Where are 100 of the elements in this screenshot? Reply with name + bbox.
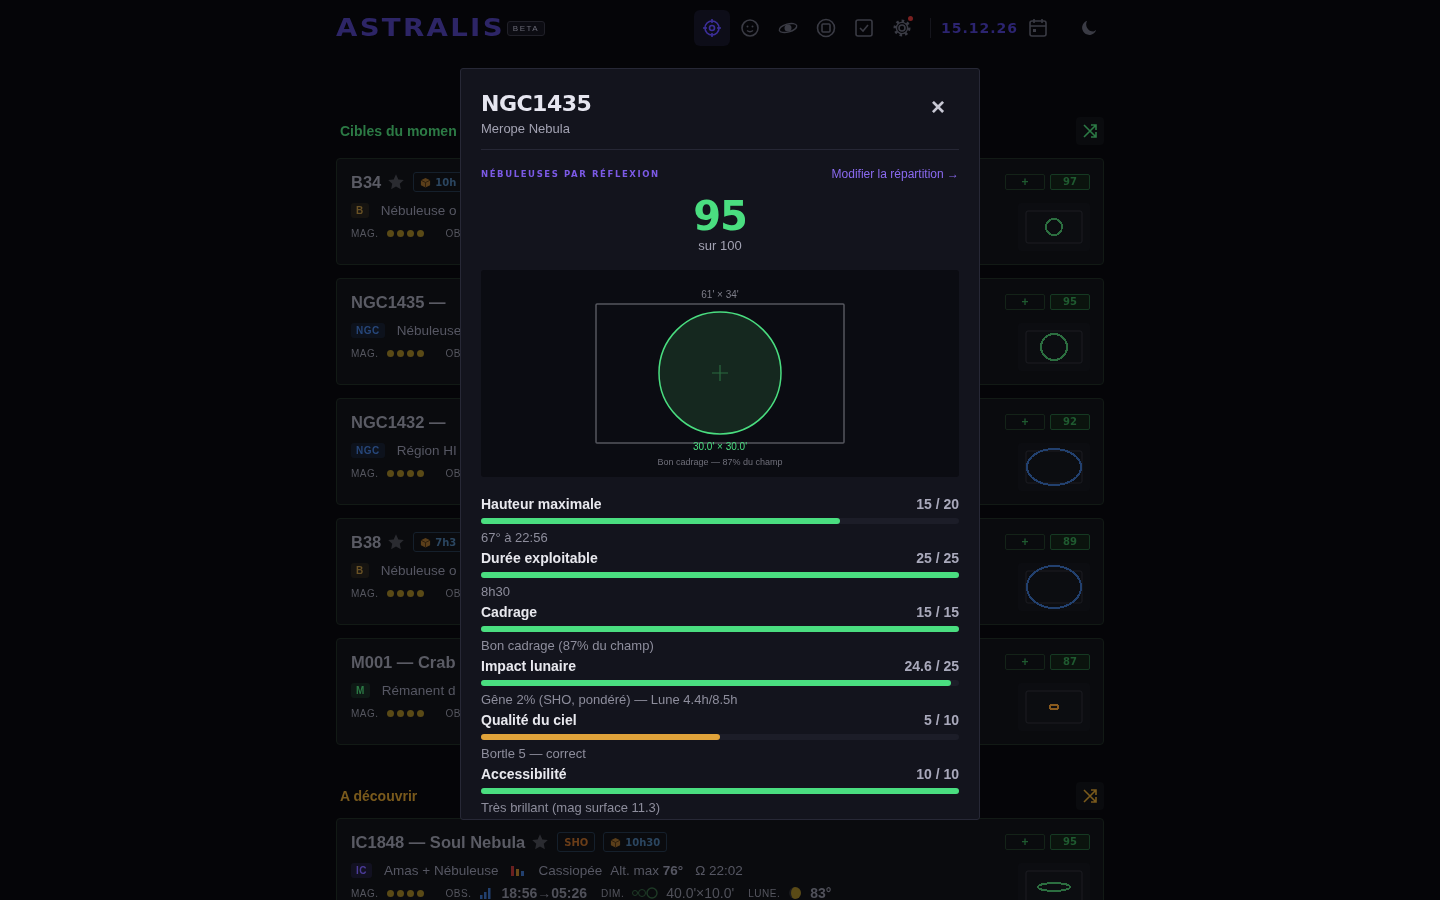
magnitude-label: MAG. (351, 587, 379, 599)
criterion-score: 24.6 / 25 (904, 657, 959, 675)
framing-verdict: Bon cadrage — 87% du champ (657, 456, 783, 467)
sensor-size: 61' × 34' (701, 288, 739, 301)
constellation: Cassiopée (538, 862, 603, 878)
add-button[interactable]: + (1005, 294, 1045, 310)
duration-text: 10h (435, 176, 457, 188)
target-button[interactable] (693, 10, 730, 46)
settings-icon (891, 18, 912, 38)
section-title: Cibles du momen (340, 123, 457, 139)
box-icon (420, 176, 432, 188)
total-score: 95 (693, 195, 747, 236)
catalog-tag: B (351, 562, 369, 578)
dimensions: 40.0'×10.0' (666, 885, 735, 900)
criterion-score: 10 / 10 (916, 765, 959, 783)
magnitude-label: MAG. (351, 887, 379, 899)
dimension-label: DIM. (601, 887, 625, 899)
catalog-tag: M (351, 682, 370, 698)
target-title: B38 (351, 532, 382, 552)
max-altitude: Alt. max 76° (610, 862, 684, 878)
checkbox-icon (853, 18, 874, 38)
observation-window: 18:56→05:26 (501, 885, 588, 900)
target-title: B34 (351, 172, 382, 192)
criterion-note: 67° à 22:56 (481, 530, 549, 546)
box-icon (610, 836, 622, 848)
filter-badge: SHO (557, 832, 596, 852)
object-type: Nébuleuse (396, 322, 462, 338)
add-button[interactable]: + (1005, 174, 1045, 190)
shuffle-button[interactable] (1076, 117, 1104, 145)
score-badge: 92 (1050, 414, 1090, 430)
shuffle-button[interactable] (1076, 782, 1104, 810)
criterion-label: Qualité du ciel (481, 711, 577, 729)
date-label: 15.12.26 (940, 20, 1018, 36)
target-title: M001 — Crab (351, 652, 456, 672)
object-type: Rémanent d (381, 682, 456, 698)
object-type: Amas + Nébuleuse (384, 862, 499, 878)
box-icon (420, 536, 432, 548)
shuffle-icon (1082, 788, 1098, 804)
observation-label: OBS. (445, 887, 472, 899)
add-button[interactable]: + (1005, 534, 1045, 550)
target-title: IC1848 — Soul Nebula (351, 832, 526, 852)
add-button[interactable]: + (1005, 414, 1045, 430)
criterion-note: Très brillant (mag surface 11.3) (481, 800, 662, 816)
observation-label: OB (445, 347, 461, 359)
duration-text: 10h30 (625, 836, 661, 848)
shuffle-icon (1082, 123, 1098, 139)
edit-link[interactable]: Modifier la répartition → (831, 166, 959, 181)
criterion-label: Impact lunaire (481, 657, 576, 675)
app-logo: ASTRALIS (336, 14, 505, 42)
criterion-label: Durée exploitable (481, 549, 598, 567)
observation-label: OB (445, 707, 461, 719)
close-button[interactable]: × (931, 97, 945, 117)
criterion-note: Bon cadrage (87% du champ) (481, 638, 655, 654)
observation-label: OB (445, 467, 461, 479)
score-badge: 89 (1050, 534, 1090, 550)
magnitude-label: MAG. (351, 467, 379, 479)
catalog-tag: NGC (351, 442, 385, 458)
duration-text: 7h3 (435, 536, 457, 548)
score-badge: 97 (1050, 174, 1090, 190)
catalog-tag: NGC (351, 322, 385, 338)
score-badge: 87 (1050, 654, 1090, 670)
moon-icon (1080, 19, 1098, 37)
criterion-label: Hauteur maximale (481, 495, 602, 513)
criterion-score: 5 / 10 (923, 711, 959, 729)
object-type: Nébuleuse o (380, 562, 457, 578)
score-badge: 95 (1050, 294, 1090, 310)
observation-label: OB (445, 587, 461, 599)
criterion-note: Gêne 2% (SHO, pondéré) — Lune 4.4h/8.5h (481, 692, 739, 708)
criterion-note: Bortle 5 — correct (481, 746, 587, 762)
catalog-tag: IC (351, 862, 372, 878)
criterion-label: Accessibilité (481, 765, 567, 783)
object-type: Nébuleuse o (380, 202, 457, 218)
crosshair-icon (711, 364, 729, 382)
section-title: A découvrir (340, 788, 418, 804)
add-button[interactable]: + (1005, 654, 1045, 670)
criterion-note: 8h30 (481, 584, 511, 600)
add-button[interactable]: + (1005, 834, 1045, 850)
target-title: NGC1432 — (351, 412, 446, 432)
target-icon (701, 18, 722, 38)
moon-label: LUNE. (748, 887, 781, 899)
criterion-score: 15 / 15 (916, 603, 959, 621)
object-type: Région HI (396, 442, 457, 458)
criterion-label: Cadrage (481, 603, 538, 621)
criterion-score: 15 / 20 (916, 495, 959, 513)
bar-chart-icon (510, 864, 527, 876)
moon-altitude: 83° (810, 885, 832, 900)
criterion-score: 25 / 25 (916, 549, 959, 567)
magnitude-label: MAG. (351, 227, 379, 239)
object-size: 30.0' × 30.0' (691, 440, 749, 453)
smiley-icon (739, 18, 760, 38)
signal-icon (479, 887, 494, 899)
category-label: NÉBULEUSES PAR RÉFLEXION (481, 168, 660, 179)
size-circles-icon (632, 887, 659, 899)
observation-label: OB (445, 227, 461, 239)
transit-time: Ω 22:02 (695, 862, 743, 878)
magnitude-label: MAG. (351, 347, 379, 359)
magnitude-label: MAG. (351, 707, 379, 719)
modal-subtitle: Merope Nebula (481, 121, 571, 136)
target-title: NGC1435 — (351, 292, 446, 312)
modal-title: NGC1435 (481, 91, 592, 117)
